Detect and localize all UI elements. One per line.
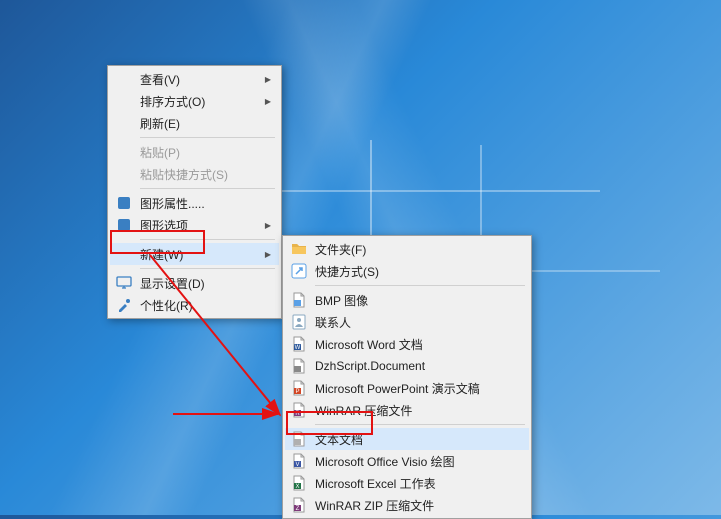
intel-icon bbox=[116, 195, 132, 211]
svg-text:P: P bbox=[295, 389, 299, 395]
folder-icon bbox=[291, 241, 307, 257]
menu-item-label: WinRAR ZIP 压缩文件 bbox=[315, 497, 434, 514]
menu-item-label: WinRAR 压缩文件 bbox=[315, 402, 412, 419]
new-submenu-separator bbox=[315, 285, 525, 286]
excel-icon: X bbox=[291, 475, 307, 491]
menu-item-label: 粘贴快捷方式(S) bbox=[140, 166, 228, 183]
svg-text:V: V bbox=[295, 462, 299, 468]
new-submenu-item-4[interactable]: 联系人 bbox=[285, 311, 529, 333]
bmp-icon bbox=[291, 292, 307, 308]
monitor-icon bbox=[116, 275, 132, 291]
menu-item-label: Microsoft Office Visio 绘图 bbox=[315, 453, 455, 470]
menu-item-label: 刷新(E) bbox=[140, 115, 180, 132]
ppt-icon: P bbox=[291, 380, 307, 396]
new-submenu-item-5[interactable]: W Microsoft Word 文档 bbox=[285, 333, 529, 355]
new-submenu-item-11[interactable]: V Microsoft Office Visio 绘图 bbox=[285, 450, 529, 472]
new-submenu-separator bbox=[315, 424, 525, 425]
menu-item-label: 显示设置(D) bbox=[140, 275, 205, 292]
context-menu-separator bbox=[140, 137, 275, 138]
context-menu-item-12[interactable]: 显示设置(D) bbox=[110, 272, 279, 294]
context-menu-separator bbox=[140, 239, 275, 240]
menu-item-label: 个性化(R) bbox=[140, 297, 193, 314]
menu-item-label: 排序方式(O) bbox=[140, 93, 205, 110]
context-menu-item-0[interactable]: 查看(V) bbox=[110, 68, 279, 90]
new-submenu-item-10[interactable]: 文本文档 bbox=[285, 428, 529, 450]
context-menu-item-13[interactable]: 个性化(R) bbox=[110, 294, 279, 316]
contact-icon bbox=[291, 314, 307, 330]
svg-text:Z: Z bbox=[296, 506, 300, 512]
menu-item-label: 图形属性..... bbox=[140, 195, 205, 212]
personalize-icon bbox=[116, 297, 132, 313]
new-submenu-item-1[interactable]: 快捷方式(S) bbox=[285, 260, 529, 282]
menu-item-label: DzhScript.Document bbox=[315, 359, 425, 373]
rar-icon: R bbox=[291, 402, 307, 418]
doc-icon bbox=[291, 358, 307, 374]
intel-icon bbox=[116, 217, 132, 233]
new-submenu-item-12[interactable]: X Microsoft Excel 工作表 bbox=[285, 472, 529, 494]
svg-text:X: X bbox=[295, 484, 299, 490]
context-menu-item-4: 粘贴(P) bbox=[110, 141, 279, 163]
new-submenu-item-0[interactable]: 文件夹(F) bbox=[285, 238, 529, 260]
new-submenu-item-8[interactable]: R WinRAR 压缩文件 bbox=[285, 399, 529, 421]
context-menu-item-7[interactable]: 图形属性..... bbox=[110, 192, 279, 214]
menu-item-label: 粘贴(P) bbox=[140, 144, 180, 161]
menu-item-label: 文本文档 bbox=[315, 431, 363, 448]
context-menu-item-1[interactable]: 排序方式(O) bbox=[110, 90, 279, 112]
context-menu-item-10[interactable]: 新建(W) bbox=[110, 243, 279, 265]
new-submenu-item-3[interactable]: BMP 图像 bbox=[285, 289, 529, 311]
new-submenu-item-6[interactable]: DzhScript.Document bbox=[285, 355, 529, 377]
menu-item-label: 新建(W) bbox=[140, 246, 183, 263]
visio-icon: V bbox=[291, 453, 307, 469]
menu-item-label: 文件夹(F) bbox=[315, 241, 366, 258]
new-submenu[interactable]: 文件夹(F) 快捷方式(S) BMP 图像联系人 W Microsoft Word 文档… bbox=[282, 235, 532, 519]
txt-icon bbox=[291, 431, 307, 447]
menu-item-label: Microsoft Excel 工作表 bbox=[315, 475, 436, 492]
context-menu-item-5: 粘贴快捷方式(S) bbox=[110, 163, 279, 185]
context-menu-separator bbox=[140, 268, 275, 269]
menu-item-label: Microsoft Word 文档 bbox=[315, 336, 423, 353]
context-menu-separator bbox=[140, 188, 275, 189]
context-menu-item-8[interactable]: 图形选项 bbox=[110, 214, 279, 236]
new-submenu-item-7[interactable]: P Microsoft PowerPoint 演示文稿 bbox=[285, 377, 529, 399]
svg-text:W: W bbox=[295, 345, 301, 351]
menu-item-label: 查看(V) bbox=[140, 71, 180, 88]
word-icon: W bbox=[291, 336, 307, 352]
context-menu-item-2[interactable]: 刷新(E) bbox=[110, 112, 279, 134]
shortcut-icon bbox=[291, 263, 307, 279]
new-submenu-item-13[interactable]: Z WinRAR ZIP 压缩文件 bbox=[285, 494, 529, 516]
menu-item-label: 联系人 bbox=[315, 314, 351, 331]
svg-text:R: R bbox=[295, 411, 300, 417]
menu-item-label: 快捷方式(S) bbox=[315, 263, 379, 280]
menu-item-label: 图形选项 bbox=[140, 217, 188, 234]
desktop-context-menu[interactable]: 查看(V) 排序方式(O) 刷新(E) 粘贴(P) 粘贴快捷方式(S) 图形属性.....… bbox=[107, 65, 282, 319]
zip-icon: Z bbox=[291, 497, 307, 513]
menu-item-label: Microsoft PowerPoint 演示文稿 bbox=[315, 380, 480, 397]
menu-item-label: BMP 图像 bbox=[315, 292, 368, 309]
